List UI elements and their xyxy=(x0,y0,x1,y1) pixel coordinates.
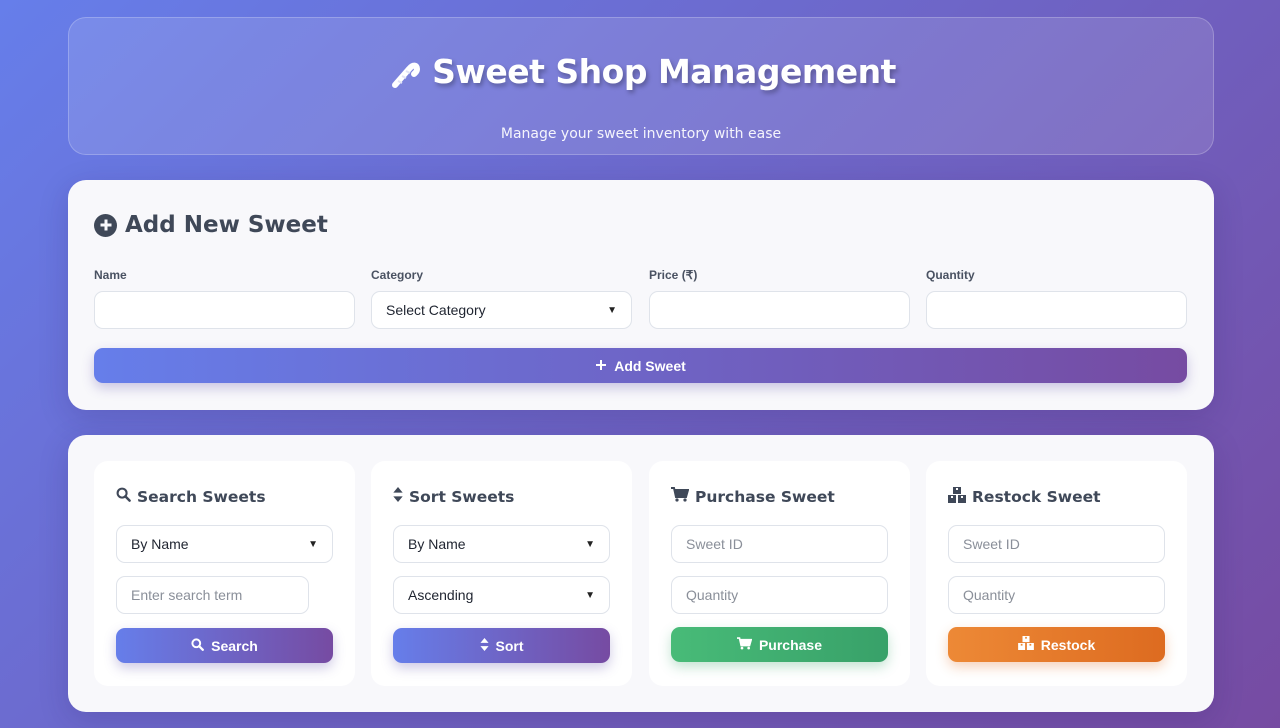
add-sweet-title: Add New Sweet xyxy=(125,212,328,238)
sort-panel: Sort Sweets By Name ▼ Ascending ▼ Sort xyxy=(371,461,632,686)
add-sweet-button-label: Add Sweet xyxy=(614,357,686,374)
plus-circle-icon xyxy=(94,213,117,237)
price-field-group: Price (₹) xyxy=(649,268,910,329)
chevron-down-icon: ▼ xyxy=(585,589,595,601)
category-selected-value: Select Category xyxy=(386,302,486,318)
cart-icon xyxy=(736,636,753,653)
purchase-panel: Purchase Sweet Sweet ID Quantity Purchas… xyxy=(649,461,910,686)
restock-quantity-placeholder: Quantity xyxy=(963,587,1016,603)
name-label: Name xyxy=(94,268,127,282)
sort-order-select[interactable]: Ascending ▼ xyxy=(393,576,610,614)
candy-cane-icon xyxy=(386,54,422,90)
search-icon xyxy=(116,487,131,506)
boxes-icon xyxy=(1017,636,1034,653)
sort-by-select[interactable]: By Name ▼ xyxy=(393,525,610,563)
restock-button[interactable]: Restock xyxy=(948,627,1165,662)
page-title-row: Sweet Shop Management xyxy=(69,52,1213,91)
sort-panel-title: Sort Sweets xyxy=(409,487,515,506)
restock-panel: Restock Sweet Sweet ID Quantity Restock xyxy=(926,461,1187,686)
category-select[interactable]: Select Category ▼ xyxy=(371,291,632,329)
name-input[interactable] xyxy=(94,291,355,329)
search-by-value: By Name xyxy=(131,536,189,552)
search-term-placeholder: Enter search term xyxy=(131,587,243,603)
purchase-panel-heading: Purchase Sweet xyxy=(671,487,835,506)
search-panel-heading: Search Sweets xyxy=(116,487,266,506)
search-by-select[interactable]: By Name ▼ xyxy=(116,525,333,563)
purchase-button[interactable]: Purchase xyxy=(671,627,888,662)
add-sweet-heading: Add New Sweet xyxy=(94,212,328,238)
operations-card: Search Sweets By Name ▼ Enter search ter… xyxy=(68,435,1214,712)
search-panel-title: Search Sweets xyxy=(137,487,266,506)
chevron-down-icon: ▼ xyxy=(585,538,595,550)
restock-sweet-id-placeholder: Sweet ID xyxy=(963,536,1020,552)
purchase-quantity-input[interactable]: Quantity xyxy=(671,576,888,614)
purchase-quantity-placeholder: Quantity xyxy=(686,587,739,603)
search-term-input[interactable]: Enter search term xyxy=(116,576,309,614)
purchase-panel-title: Purchase Sweet xyxy=(695,487,835,506)
app-header: Sweet Shop Management Manage your sweet … xyxy=(68,17,1214,155)
price-label: Price (₹) xyxy=(649,268,698,282)
sort-button-label: Sort xyxy=(495,637,524,654)
page-subtitle: Manage your sweet inventory with ease xyxy=(500,126,782,142)
restock-panel-heading: Restock Sweet xyxy=(948,487,1101,507)
plus-icon xyxy=(595,358,607,374)
restock-panel-title: Restock Sweet xyxy=(972,488,1101,506)
sort-icon xyxy=(393,487,403,506)
search-panel: Search Sweets By Name ▼ Enter search ter… xyxy=(94,461,355,686)
category-field-group: Category Select Category ▼ xyxy=(371,268,632,329)
chevron-down-icon: ▼ xyxy=(308,538,318,550)
price-input[interactable] xyxy=(649,291,910,329)
search-icon xyxy=(191,637,205,654)
boxes-icon xyxy=(948,487,966,507)
quantity-input[interactable] xyxy=(926,291,1187,329)
add-sweet-card: Add New Sweet Name Category Select Categ… xyxy=(68,180,1214,410)
add-sweet-button[interactable]: Add Sweet xyxy=(94,348,1187,383)
quantity-label: Quantity xyxy=(926,268,975,282)
restock-quantity-input[interactable]: Quantity xyxy=(948,576,1165,614)
restock-button-label: Restock xyxy=(1040,636,1096,653)
cart-icon xyxy=(671,487,690,506)
quantity-field-group: Quantity xyxy=(926,268,1187,329)
page-title: Sweet Shop Management xyxy=(432,52,896,91)
name-field-group: Name xyxy=(94,268,355,329)
purchase-sweet-id-placeholder: Sweet ID xyxy=(686,536,743,552)
sort-button[interactable]: Sort xyxy=(393,628,610,663)
sort-panel-heading: Sort Sweets xyxy=(393,487,514,506)
sort-by-value: By Name xyxy=(408,536,466,552)
search-button[interactable]: Search xyxy=(116,628,333,663)
category-label: Category xyxy=(371,268,424,282)
purchase-sweet-id-input[interactable]: Sweet ID xyxy=(671,525,888,563)
chevron-down-icon: ▼ xyxy=(607,304,617,316)
restock-sweet-id-input[interactable]: Sweet ID xyxy=(948,525,1165,563)
sort-icon xyxy=(479,637,489,654)
search-button-label: Search xyxy=(211,637,258,654)
purchase-button-label: Purchase xyxy=(758,636,823,653)
sort-order-value: Ascending xyxy=(408,587,474,603)
